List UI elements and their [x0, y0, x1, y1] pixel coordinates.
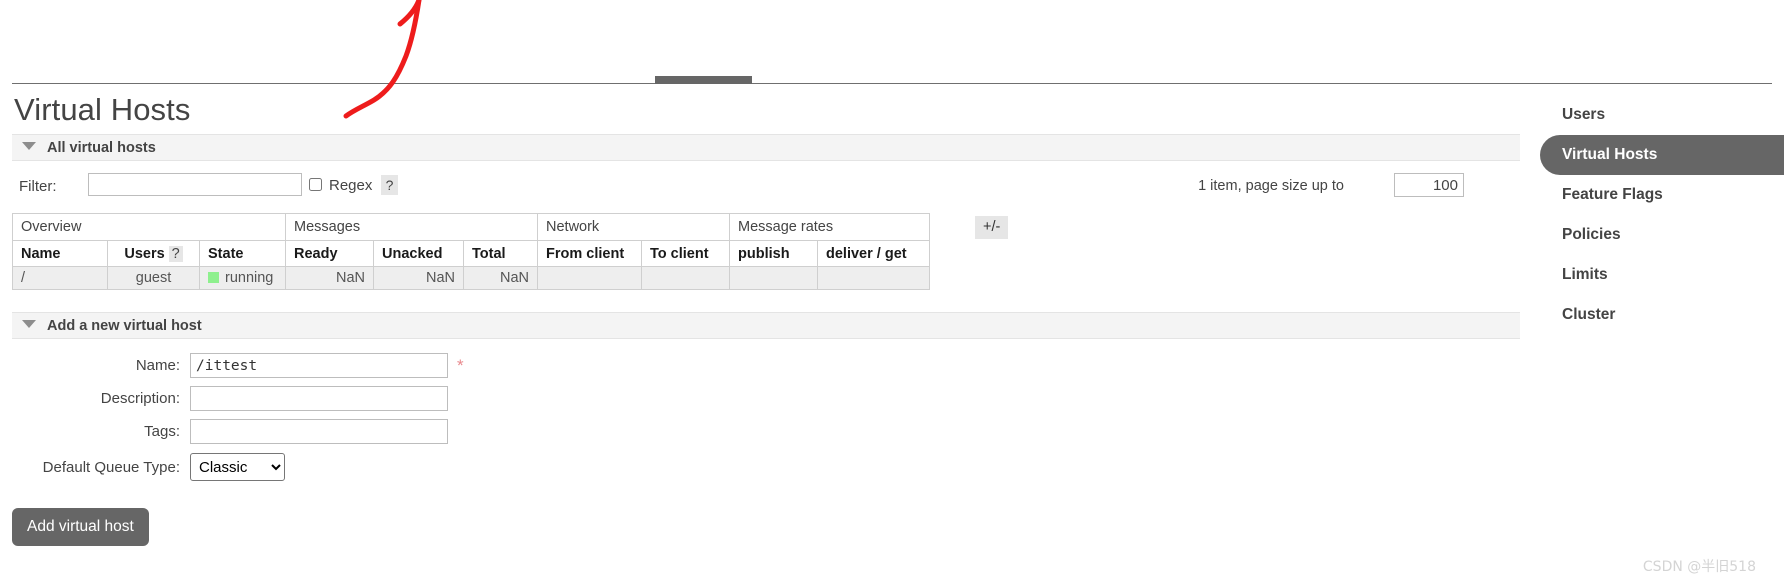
description-input[interactable]: [190, 386, 448, 411]
main-content: Virtual Hosts All virtual hosts Filter: …: [12, 92, 1520, 546]
nav-item-feature-flags[interactable]: Feature Flags: [1540, 175, 1784, 215]
column-header-unacked[interactable]: Unacked: [373, 240, 464, 267]
group-header-overview: Overview: [12, 213, 286, 241]
tab-strip-divider: [12, 83, 1772, 84]
section-header-add-virtual-host[interactable]: Add a new virtual host: [12, 312, 1520, 339]
cell-deliver-get: [817, 266, 930, 290]
page-title: Virtual Hosts: [14, 92, 191, 127]
queue-type-label: Default Queue Type:: [42, 458, 180, 476]
paging-info-label: 1 item, page size up to: [1198, 178, 1344, 194]
page-size-input[interactable]: [1394, 173, 1464, 197]
cell-publish: [729, 266, 818, 290]
regex-checkbox[interactable]: [309, 178, 322, 191]
column-header-state[interactable]: State: [199, 240, 286, 267]
form-row-queue-type: Default Queue Type: ClassicQuorumStream: [12, 452, 572, 482]
watermark: CSDN @半旧518: [1642, 559, 1756, 575]
filter-row: Filter: Regex ? 1 item, page size up to: [12, 169, 1520, 211]
column-header-users[interactable]: Users?: [107, 240, 200, 267]
description-label: Description:: [100, 390, 180, 407]
name-input[interactable]: [190, 353, 448, 378]
collapse-triangle-icon[interactable]: [22, 320, 36, 328]
column-header-users-label: Users: [124, 245, 165, 262]
virtual-hosts-table-wrapper: Overview Messages Network Message rates …: [12, 213, 1520, 290]
cell-unacked: NaN: [373, 266, 464, 290]
users-help-icon[interactable]: ?: [168, 245, 183, 262]
cell-name[interactable]: /: [12, 266, 108, 290]
right-sidebar-nav: Users Virtual Hosts Feature Flags Polici…: [1540, 95, 1784, 335]
column-header-deliver-get[interactable]: deliver / get: [817, 240, 930, 267]
nav-item-limits[interactable]: Limits: [1540, 255, 1784, 295]
group-header-messages: Messages: [285, 213, 538, 241]
cell-state: running: [199, 266, 286, 290]
table-column-header-row: Name Users? State Ready Unacked Total Fr…: [12, 240, 930, 267]
column-header-name[interactable]: Name: [12, 240, 108, 267]
group-header-message-rates: Message rates: [729, 213, 930, 241]
regex-label: Regex: [329, 177, 373, 194]
required-marker: *: [457, 356, 464, 375]
default-queue-type-select[interactable]: ClassicQuorumStream: [190, 453, 285, 481]
table-group-header-row: Overview Messages Network Message rates: [12, 213, 930, 241]
nav-item-virtual-hosts[interactable]: Virtual Hosts: [1540, 135, 1784, 175]
column-header-ready[interactable]: Ready: [285, 240, 374, 267]
section-header-all-virtual-hosts[interactable]: All virtual hosts: [12, 134, 1520, 161]
cell-to-client: [641, 266, 730, 290]
nav-item-cluster[interactable]: Cluster: [1540, 295, 1784, 335]
form-row-name: Name: *: [12, 353, 572, 378]
name-label: Name:: [135, 357, 180, 374]
group-header-network: Network: [537, 213, 730, 241]
form-row-description: Description:: [12, 386, 572, 411]
add-virtual-host-form: Name: * Description: Tags: Default Queue…: [12, 353, 572, 546]
filter-input[interactable]: [88, 173, 302, 196]
column-toggle-button[interactable]: +/-: [975, 216, 1009, 239]
column-header-publish[interactable]: publish: [729, 240, 818, 267]
form-row-tags: Tags:: [12, 419, 572, 444]
tags-label: Tags:: [144, 423, 180, 440]
cell-total: NaN: [463, 266, 538, 290]
table-row[interactable]: / guest running NaN NaN NaN: [12, 266, 930, 290]
regex-help-icon[interactable]: ?: [381, 175, 398, 195]
nav-item-policies[interactable]: Policies: [1540, 215, 1784, 255]
cell-ready: NaN: [285, 266, 374, 290]
collapse-triangle-icon[interactable]: [22, 142, 36, 150]
virtual-hosts-table: Overview Messages Network Message rates …: [12, 213, 930, 290]
nav-item-users[interactable]: Users: [1540, 95, 1784, 135]
tags-input[interactable]: [190, 419, 448, 444]
cell-state-label: running: [225, 270, 274, 286]
column-header-to-client[interactable]: To client: [641, 240, 730, 267]
tab-strip: [0, 0, 1784, 84]
section-header-label: All virtual hosts: [47, 140, 156, 156]
column-header-total[interactable]: Total: [463, 240, 538, 267]
state-indicator-icon: [208, 272, 219, 283]
add-virtual-host-button[interactable]: Add virtual host: [12, 508, 149, 546]
active-tab-indicator[interactable]: [655, 76, 752, 84]
section-header-label: Add a new virtual host: [47, 318, 202, 334]
filter-label: Filter:: [19, 178, 57, 195]
column-header-from-client[interactable]: From client: [537, 240, 642, 267]
cell-users: guest: [107, 266, 200, 290]
cell-from-client: [537, 266, 642, 290]
